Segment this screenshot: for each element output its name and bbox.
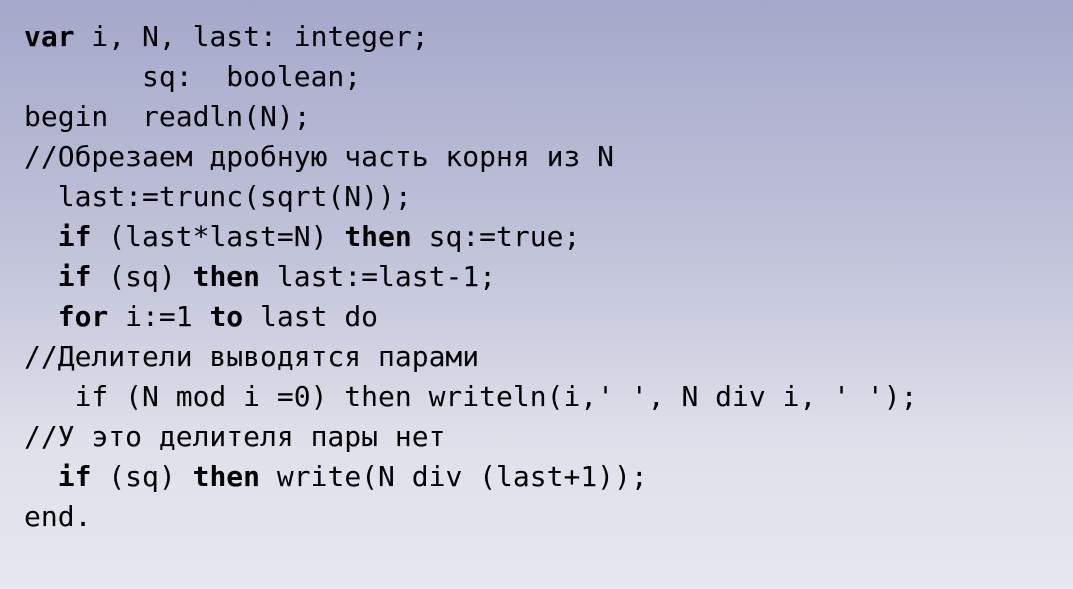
code-keyword: if — [57, 460, 92, 493]
code-line: //Делители выводятся парами — [24, 337, 917, 377]
code-text: //У это делителя пары нет — [24, 420, 446, 453]
code-line: //Обрезаем дробную часть корня из N — [24, 137, 917, 177]
code-line: end. — [24, 497, 917, 537]
code-keyword: if — [57, 220, 92, 253]
code-text: i:=1 — [108, 300, 210, 333]
code-text: (last*last=N) — [91, 220, 345, 253]
code-text: if (N mod i =0) then writeln(i,' ', N di… — [24, 380, 918, 413]
code-text: end. — [24, 500, 92, 533]
code-line: for i:=1 to last do — [24, 297, 917, 337]
code-keyword: then — [192, 460, 261, 493]
code-line: sq: boolean; — [24, 57, 917, 97]
code-text: last do — [243, 300, 379, 333]
code-line: begin readln(N); — [24, 97, 917, 137]
code-text: write(N div (last+1)); — [260, 460, 648, 493]
code-line: last:=trunc(sqrt(N)); — [24, 177, 917, 217]
code-text: (sq) — [91, 460, 193, 493]
code-keyword: var — [24, 20, 75, 53]
code-text: sq: boolean; — [24, 60, 362, 93]
code-keyword: for — [57, 300, 109, 333]
code-keyword: then — [192, 260, 261, 293]
code-text: last:=last-1; — [260, 260, 497, 293]
code-text: //Делители выводятся парами — [24, 340, 480, 373]
code-text: begin readln(N); — [24, 100, 311, 133]
code-keyword: if — [57, 260, 92, 293]
code-text: //Обрезаем дробную часть корня из N — [24, 140, 615, 173]
code-keyword: then — [344, 220, 412, 253]
code-text: sq:=true; — [411, 220, 581, 253]
code-line: var i, N, last: integer; — [24, 17, 917, 57]
code-line: if (last*last=N) then sq:=true; — [24, 217, 917, 257]
code-line: //У это делителя пары нет — [24, 417, 917, 457]
code-line: if (N mod i =0) then writeln(i,' ', N di… — [24, 377, 918, 417]
pascal-code-block: var i, N, last: integer; sq: boolean; beg… — [24, 17, 917, 537]
code-text: last:=trunc(sqrt(N)); — [24, 180, 412, 213]
code-line: if (sq) then write(N div (last+1)); — [24, 457, 917, 497]
code-keyword: to — [209, 300, 244, 333]
code-text: i, N, last: integer; — [74, 20, 429, 53]
code-line: if (sq) then last:=last-1; — [24, 257, 917, 297]
code-text: (sq) — [91, 260, 193, 293]
